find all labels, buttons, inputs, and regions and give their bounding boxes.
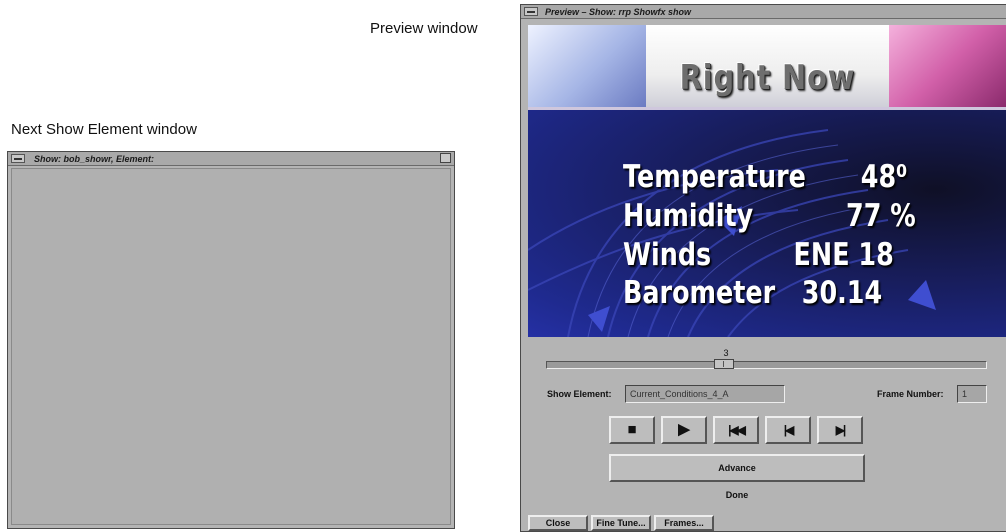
frame-slider-value: 3 — [723, 348, 729, 358]
preview-window-caption: Preview window — [370, 20, 478, 37]
frames-button[interactable]: Frames... — [654, 515, 714, 531]
stop-button[interactable]: ■ — [609, 416, 655, 444]
play-button[interactable]: ▶ — [661, 416, 707, 444]
window-menu-icon[interactable] — [524, 7, 538, 16]
step-forward-button[interactable]: ▶| — [817, 416, 863, 444]
status-text: Done — [725, 490, 749, 500]
step-back-button[interactable]: |◀ — [765, 416, 811, 444]
play-icon: ▶ — [678, 421, 690, 438]
weather-label: Barometer — [623, 275, 776, 311]
weather-label: Winds — [623, 237, 712, 273]
step-back-icon: |◀ — [783, 423, 795, 437]
window-menu-icon[interactable] — [11, 154, 25, 163]
banner-left-tile — [528, 25, 646, 107]
window-title: Preview – Show: rrp Showfx show — [545, 7, 692, 17]
banner-right-tile — [889, 25, 1006, 107]
rewind-button[interactable]: |◀◀ — [713, 416, 759, 444]
maximize-icon[interactable] — [440, 153, 451, 163]
window-title: Show: bob_showr, Element: — [34, 154, 155, 164]
show-element-label: Show Element: — [547, 389, 612, 399]
banner: Right Now — [528, 25, 1006, 110]
title-bar[interactable]: Preview – Show: rrp Showfx show — [521, 5, 1006, 19]
title-bar[interactable]: Show: bob_showr, Element: — [8, 152, 454, 166]
weather-label: Temperature — [623, 159, 806, 195]
next-show-element-window: Show: bob_showr, Element: — [7, 151, 455, 529]
frame-number-label: Frame Number: — [877, 389, 944, 399]
preview-window: Preview – Show: rrp Showfx show Right No… — [520, 4, 1006, 532]
frame-slider-thumb[interactable] — [714, 359, 734, 369]
frame-slider-track[interactable] — [546, 361, 987, 369]
stop-icon: ■ — [627, 421, 637, 438]
advance-button[interactable]: Advance — [609, 454, 865, 482]
fine-tune-button[interactable]: Fine Tune... — [591, 515, 651, 531]
close-button[interactable]: Close — [528, 515, 588, 531]
weather-value: 30.14 — [801, 275, 883, 311]
preview-stage: Right Now Temperature 48⁰ Humidity 77 % … — [528, 25, 1006, 337]
window-content-area — [11, 168, 451, 525]
frame-number-field[interactable]: 1 — [957, 385, 987, 403]
weather-value: 77 % — [846, 198, 916, 234]
step-forward-icon: ▶| — [835, 423, 847, 437]
weather-label: Humidity — [623, 198, 754, 234]
rewind-icon: |◀◀ — [728, 423, 746, 437]
weather-value: ENE 18 — [793, 237, 894, 273]
weather-value: 48⁰ — [860, 159, 908, 195]
next-show-element-caption: Next Show Element window — [11, 121, 197, 138]
banner-title: Right Now — [679, 58, 856, 98]
show-element-field[interactable]: Current_Conditions_4_A — [625, 385, 785, 403]
